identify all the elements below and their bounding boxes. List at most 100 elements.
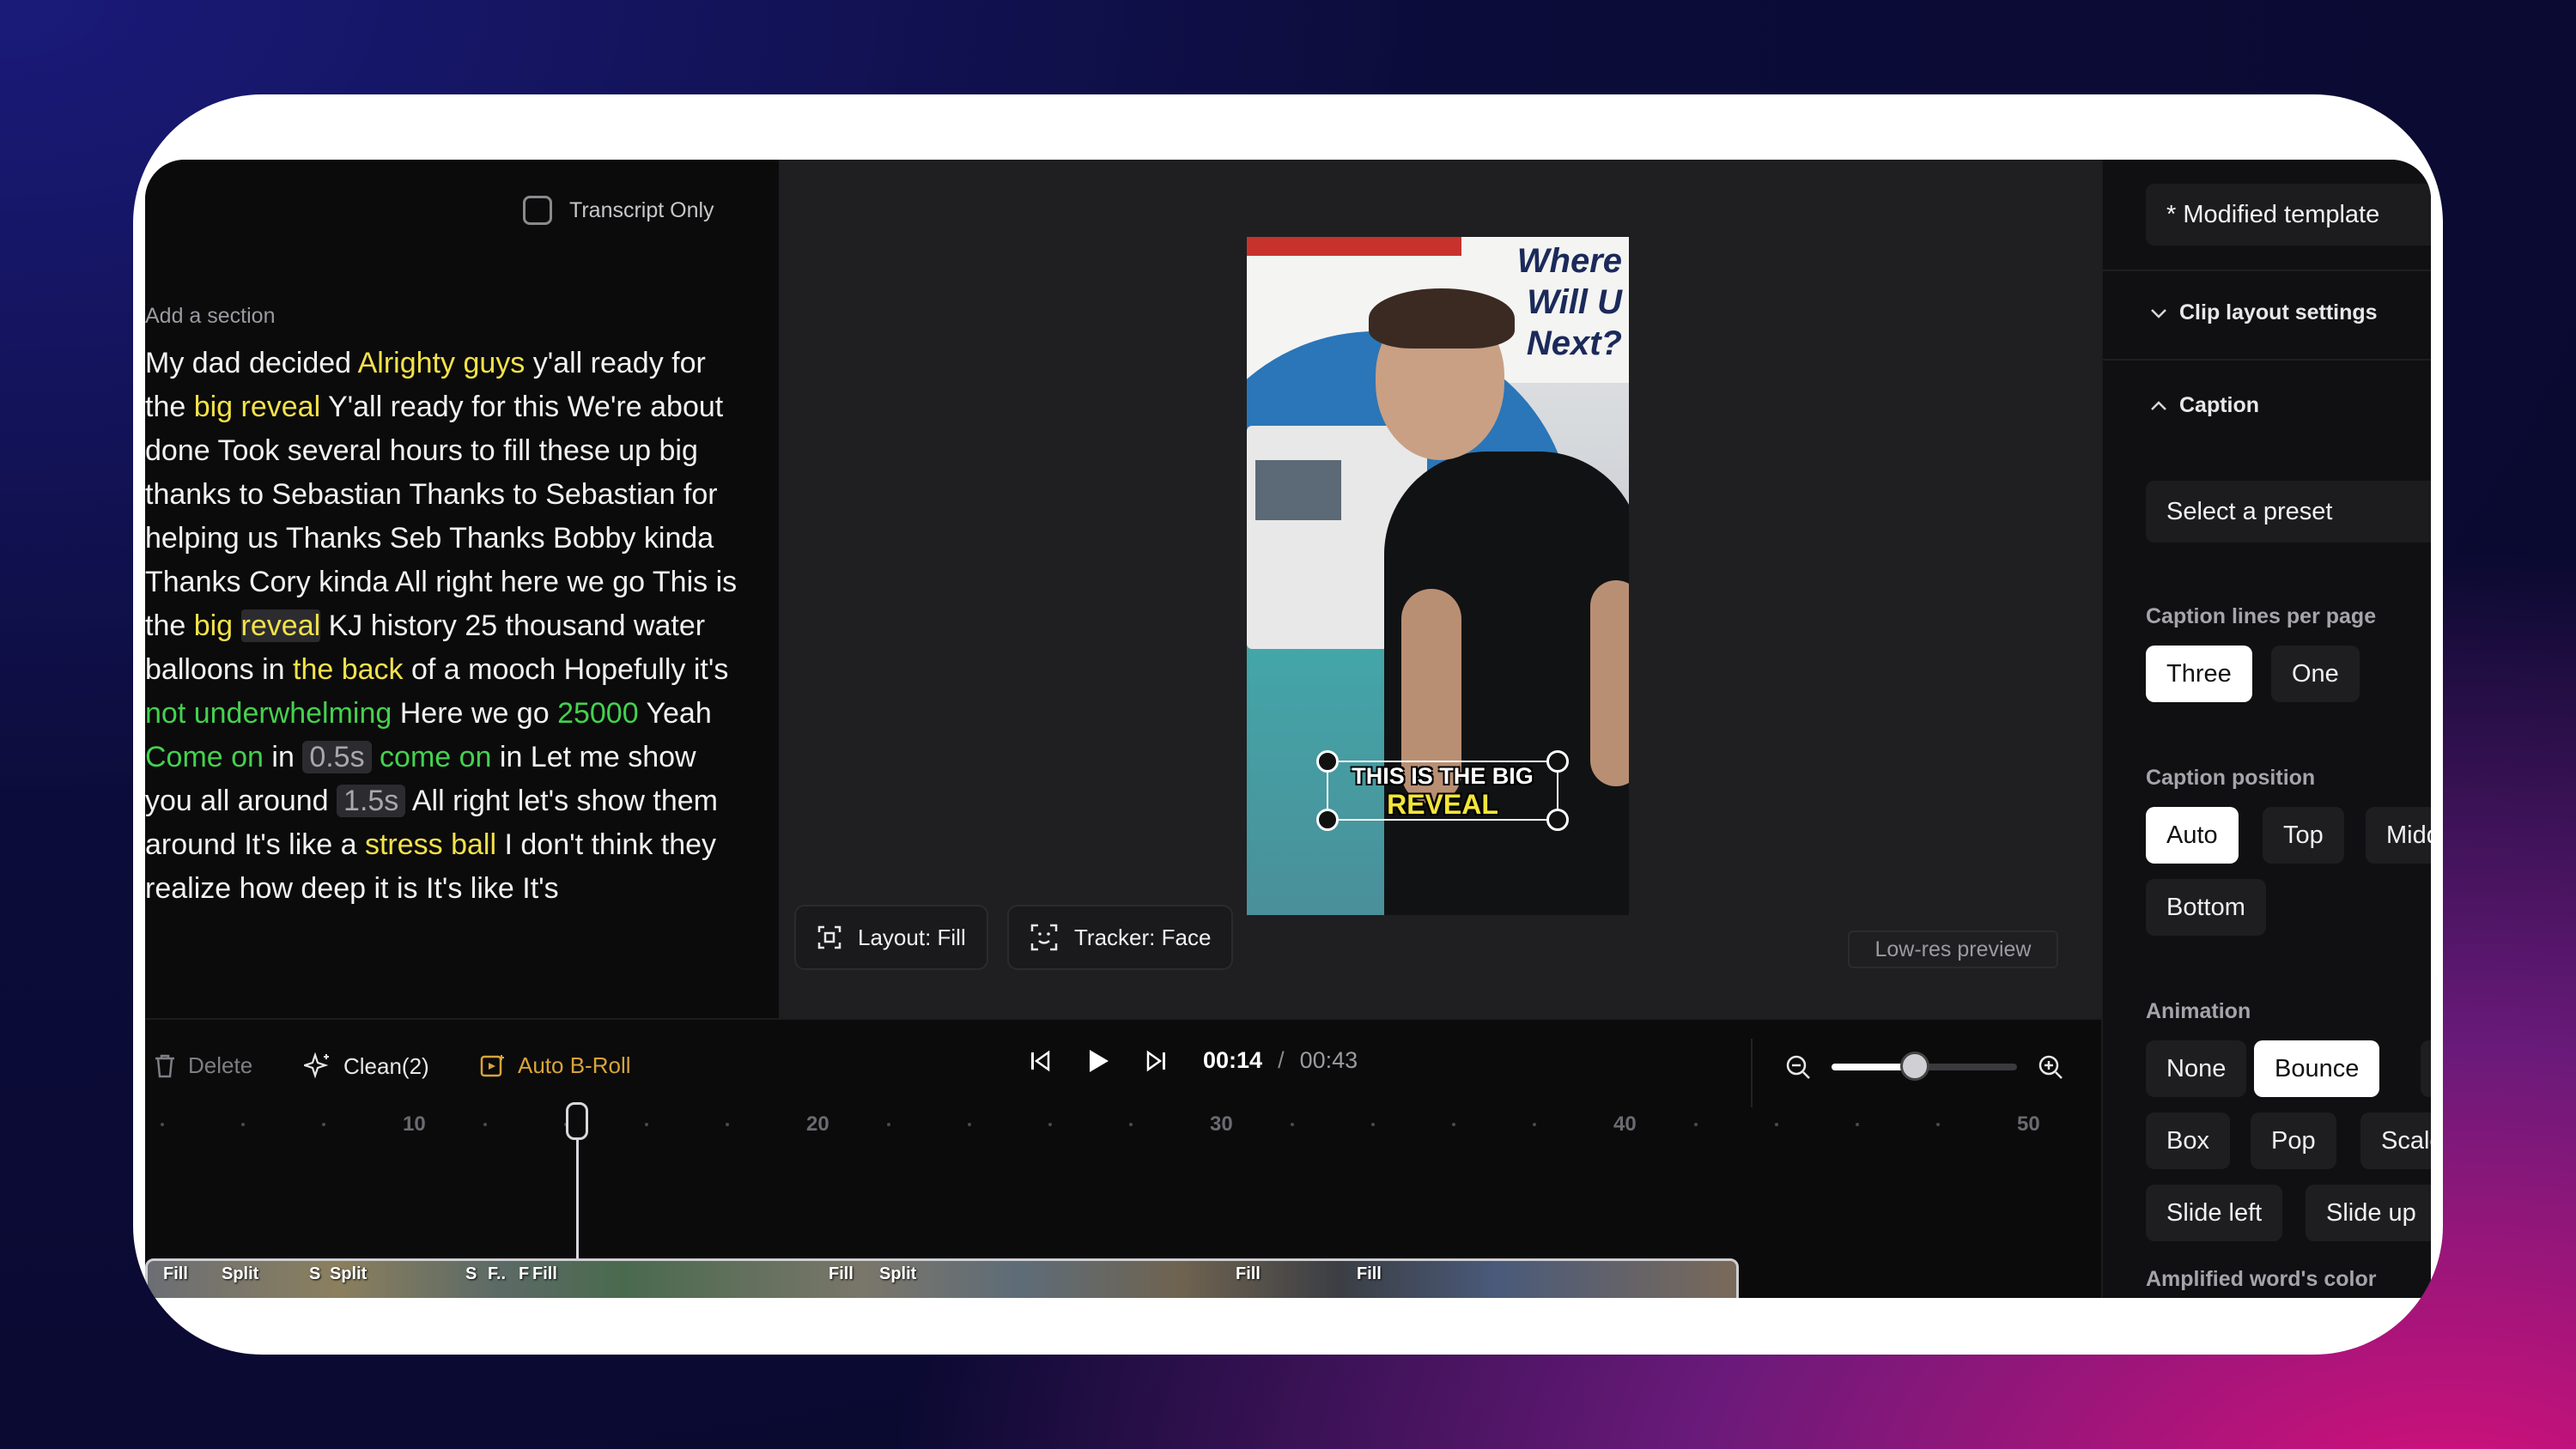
position-option-auto[interactable]: Auto — [2146, 807, 2239, 864]
animation-option-slide-up[interactable]: Slide up — [2306, 1185, 2431, 1241]
clip-segment-label[interactable]: Split — [222, 1264, 258, 1284]
tick-mark — [1775, 1123, 1778, 1126]
tick-label: 40 — [1613, 1113, 1637, 1136]
resize-handle[interactable] — [1316, 750, 1339, 773]
transcript-segment[interactable] — [233, 609, 240, 642]
clip-segment-label[interactable]: Fill — [829, 1264, 854, 1284]
auto-broll-button[interactable]: Auto B-Roll — [480, 1052, 631, 1079]
resize-handle[interactable] — [1546, 750, 1569, 773]
highlighted-word[interactable]: stress ball — [365, 828, 496, 861]
zoom-slider-handle[interactable] — [1900, 1052, 1930, 1081]
current-time: 00:14 — [1203, 1047, 1263, 1073]
sign-stripe — [1247, 237, 1461, 256]
clip-segment-label[interactable]: F — [519, 1264, 529, 1284]
zoom-control — [1785, 1052, 2063, 1081]
animation-option-slide-left[interactable]: Slide left — [2146, 1185, 2283, 1241]
clip-segment-label[interactable]: S — [465, 1264, 477, 1284]
total-time: 00:43 — [1299, 1047, 1358, 1073]
resize-handle[interactable] — [1546, 809, 1569, 831]
delete-button[interactable]: Delete — [154, 1052, 252, 1079]
caption-section-toggle[interactable]: Caption — [2150, 393, 2259, 418]
clip-segment-label[interactable]: Split — [330, 1264, 367, 1284]
emphasized-word[interactable]: Come on — [145, 741, 264, 773]
transcript-segment[interactable]: My dad decided — [145, 347, 358, 379]
clip-segment-label[interactable]: S — [309, 1264, 320, 1284]
transcript-segment[interactable]: Yeah — [639, 697, 711, 730]
highlighted-word[interactable]: big reveal — [194, 391, 320, 423]
tick-mark — [1856, 1123, 1859, 1126]
position-option-top[interactable]: Top — [2263, 807, 2344, 864]
pause-marker[interactable]: 0.5s — [302, 741, 372, 773]
clip-segment-label[interactable]: Fill — [1357, 1264, 1382, 1284]
clip-layout-settings-toggle[interactable]: Clip layout settings — [2150, 300, 2378, 325]
tick-mark — [726, 1123, 729, 1126]
selected-word[interactable]: reveal — [240, 609, 321, 642]
low-res-preview-badge[interactable]: Low-res preview — [1848, 931, 2058, 968]
animation-option-none[interactable]: None — [2146, 1040, 2247, 1097]
clean-button[interactable]: Clean(2) — [304, 1052, 429, 1080]
zoom-out-icon[interactable] — [1785, 1054, 1811, 1080]
window-frame: Transcript Only Add a section My dad dec… — [133, 94, 2443, 1355]
transcript-segment[interactable]: Here we go — [392, 697, 557, 730]
person-hair — [1369, 288, 1515, 349]
delete-label: Delete — [188, 1052, 253, 1078]
highlighted-word[interactable]: big — [194, 609, 233, 642]
transcript-segment[interactable]: of a mooch Hopefully it's — [404, 653, 728, 686]
add-section-link[interactable]: Add a section — [145, 304, 276, 329]
skip-back-icon[interactable] — [1030, 1050, 1050, 1072]
animation-option-scale[interactable]: Scale — [2360, 1113, 2431, 1169]
transcript-segment[interactable] — [372, 741, 380, 773]
emphasized-word[interactable]: come on — [380, 741, 491, 773]
timeline-ruler[interactable]: 10 20 30 40 50 — [145, 1113, 2101, 1147]
tick-label: 30 — [1210, 1113, 1233, 1136]
highlighted-word[interactable]: Alrighty guys — [358, 347, 526, 379]
skip-forward-icon[interactable] — [1146, 1050, 1167, 1072]
sparkle-icon — [304, 1052, 329, 1079]
position-option-middle[interactable]: Midd — [2366, 807, 2431, 864]
play-icon[interactable] — [1086, 1048, 1110, 1074]
layout-button[interactable]: Layout: Fill — [794, 905, 988, 970]
transcript-only-toggle[interactable]: Transcript Only — [523, 196, 714, 225]
clip-track[interactable]: Fill Split S Split S F.. F Fill Fill Split Fill Fil… — [145, 1258, 1739, 1298]
clip-segment-label[interactable]: Fill — [1236, 1264, 1261, 1284]
preset-select[interactable]: Select a preset — [2146, 481, 2431, 543]
broll-icon — [480, 1054, 504, 1076]
highlighted-word[interactable]: the back — [293, 653, 404, 686]
chevron-up-icon — [2151, 400, 2166, 410]
emphasized-word[interactable]: 25000 — [557, 697, 639, 730]
animation-option-bounce[interactable]: Bounce — [2254, 1040, 2380, 1097]
animation-option-more[interactable] — [2421, 1040, 2431, 1097]
transcript-segment[interactable]: in — [264, 741, 302, 773]
tracker-button[interactable]: Tracker: Face — [1007, 905, 1234, 970]
transcript-panel: Transcript Only Add a section My dad dec… — [145, 160, 772, 1018]
checkbox-icon[interactable] — [523, 196, 552, 225]
clip-segment-label[interactable]: Split — [879, 1264, 916, 1284]
resize-handle[interactable] — [1316, 809, 1339, 831]
emphasized-word[interactable]: not underwhelming — [145, 697, 392, 730]
transcript-text[interactable]: My dad decided Alrighty guys y'all ready… — [145, 342, 746, 960]
caption-label: Caption — [2179, 393, 2260, 417]
lines-option-three[interactable]: Three — [2146, 646, 2252, 702]
caption-line-1: THIS IS THE BIG — [1352, 763, 1534, 789]
playhead-handle[interactable] — [566, 1102, 588, 1140]
animation-label: Animation — [2146, 999, 2251, 1023]
animation-option-pop[interactable]: Pop — [2251, 1113, 2336, 1169]
position-option-bottom[interactable]: Bottom — [2146, 879, 2266, 936]
template-selector[interactable]: * Modified template — [2146, 184, 2431, 246]
video-frame[interactable]: Where Will U Next? THIS IS THE BIG REVEA… — [1247, 237, 1629, 915]
tick-mark — [1371, 1123, 1375, 1126]
divider — [1751, 1039, 1753, 1107]
caption-overlay[interactable]: THIS IS THE BIG REVEAL — [1316, 750, 1569, 831]
pause-marker[interactable]: 1.5s — [337, 785, 406, 817]
tick-mark — [968, 1123, 971, 1126]
clip-segment-label[interactable]: F.. — [488, 1264, 506, 1284]
zoom-slider[interactable] — [1832, 1052, 2017, 1081]
animation-option-box[interactable]: Box — [2146, 1113, 2230, 1169]
zoom-in-icon[interactable] — [2038, 1054, 2063, 1080]
transcript-segment[interactable]: Y'all ready for this We're about done To… — [145, 391, 737, 642]
lines-option-one[interactable]: One — [2271, 646, 2360, 702]
tick-mark — [483, 1123, 487, 1126]
clip-segment-label[interactable]: Fill — [163, 1264, 188, 1284]
clip-segment-label[interactable]: Fill — [532, 1264, 557, 1284]
tracker-label: Tracker: Face — [1074, 924, 1212, 950]
